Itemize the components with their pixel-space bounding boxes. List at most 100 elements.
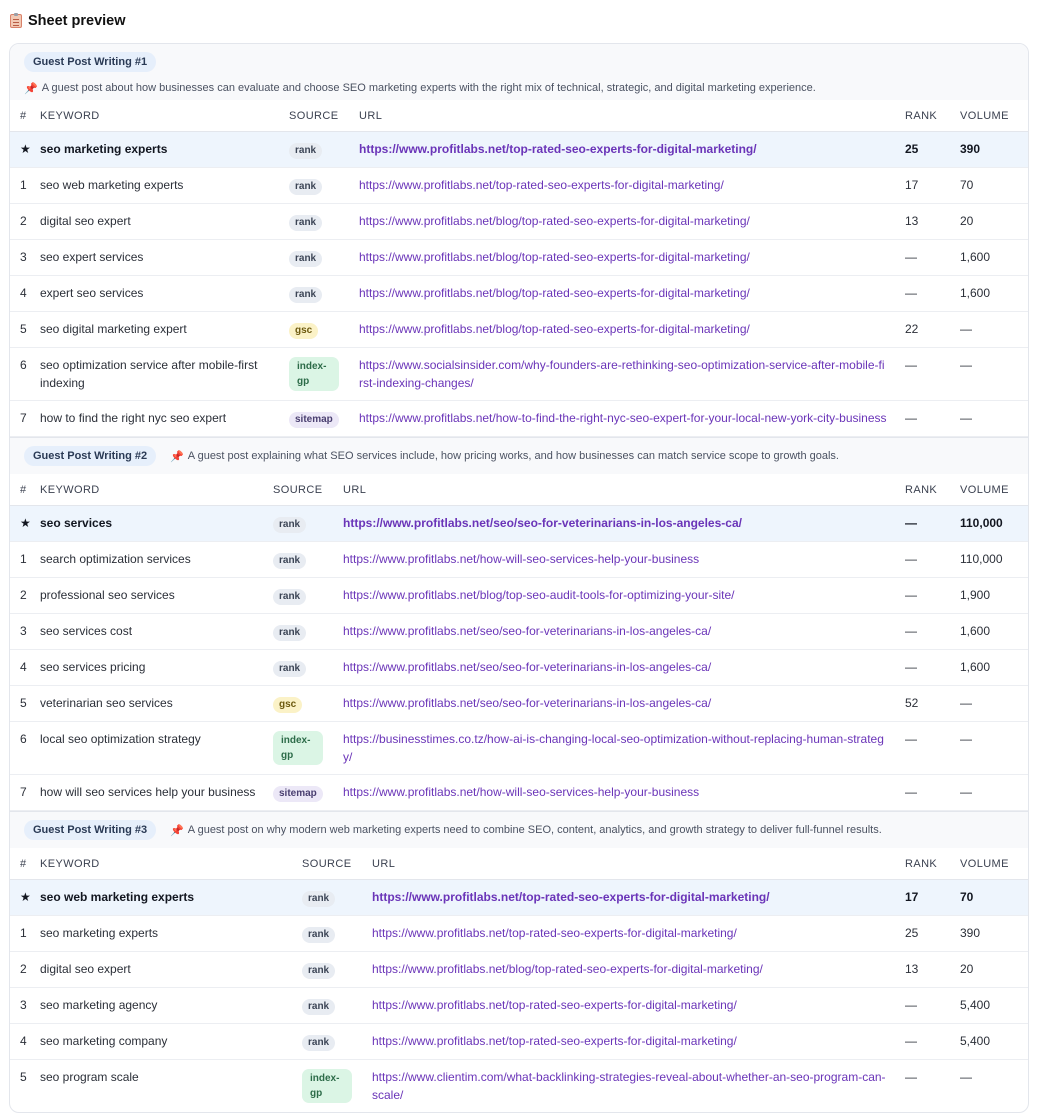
source-badge: rank [302, 963, 335, 979]
url-link[interactable]: https://www.profitlabs.net/top-rated-seo… [372, 998, 737, 1012]
column-header-url[interactable]: URL [372, 848, 905, 880]
row-number: 7 [10, 401, 40, 437]
volume-cell: — [960, 312, 1029, 348]
url-link[interactable]: https://www.profitlabs.net/top-rated-seo… [359, 142, 757, 156]
group-header: Guest Post Writing #2📌A guest post expla… [10, 437, 1028, 474]
group-description-text: A guest post about how businesses can ev… [42, 82, 816, 94]
keyword-cell: how will seo services help your business [40, 775, 273, 811]
row-number: ★ [10, 506, 40, 542]
url-cell: https://www.profitlabs.net/blog/top-rate… [359, 204, 905, 240]
table-row[interactable]: 1seo web marketing expertsrankhttps://ww… [10, 168, 1029, 204]
column-header-source[interactable]: SOURCE [289, 100, 359, 132]
table-row[interactable]: 5seo program scaleindex-gphttps://www.cl… [10, 1060, 1029, 1113]
url-link[interactable]: https://www.profitlabs.net/seo/seo-for-v… [343, 624, 711, 638]
group-description: 📌A guest post on why modern web marketin… [170, 824, 882, 837]
column-header-num[interactable]: # [10, 100, 40, 132]
group-label-chip[interactable]: Guest Post Writing #3 [24, 820, 156, 840]
featured-keyword-row[interactable]: ★seo marketing expertsrankhttps://www.pr… [10, 132, 1029, 168]
keyword-cell: seo expert services [40, 240, 289, 276]
column-header-volume[interactable]: VOLUME [960, 474, 1029, 506]
row-number: 6 [10, 722, 40, 775]
source-cell: index-gp [289, 348, 359, 401]
featured-keyword-row[interactable]: ★seo web marketing expertsrankhttps://ww… [10, 880, 1029, 916]
row-number: 3 [10, 988, 40, 1024]
url-link[interactable]: https://www.profitlabs.net/seo/seo-for-v… [343, 516, 742, 530]
table-row[interactable]: 6seo optimization service after mobile-f… [10, 348, 1029, 401]
url-link[interactable]: https://www.profitlabs.net/blog/top-rate… [359, 250, 750, 264]
column-header-source[interactable]: SOURCE [273, 474, 343, 506]
table-row[interactable]: 4expert seo servicesrankhttps://www.prof… [10, 276, 1029, 312]
column-header-num[interactable]: # [10, 848, 40, 880]
url-link[interactable]: https://www.socialsinsider.com/why-found… [359, 358, 885, 390]
column-header-volume[interactable]: VOLUME [960, 100, 1029, 132]
table-row[interactable]: 3seo expert servicesrankhttps://www.prof… [10, 240, 1029, 276]
url-link[interactable]: https://www.profitlabs.net/top-rated-seo… [359, 178, 724, 192]
featured-keyword-row[interactable]: ★seo servicesrank https://www.profitlabs.… [10, 506, 1029, 542]
table-row[interactable]: 3seo services costrankhttps://www.profit… [10, 614, 1029, 650]
source-badge: rank [273, 589, 306, 605]
table-row[interactable]: 2professional seo servicesrankhttps://ww… [10, 578, 1029, 614]
column-header-url[interactable]: URL [359, 100, 905, 132]
group-label-chip[interactable]: Guest Post Writing #1 [24, 52, 156, 72]
table-row[interactable]: 2digital seo expertrankhttps://www.profi… [10, 952, 1029, 988]
column-header-keyword[interactable]: KEYWORD [40, 474, 273, 506]
column-header-url[interactable]: URL [343, 474, 905, 506]
url-link[interactable]: https://www.profitlabs.net/blog/top-rate… [359, 214, 750, 228]
table-row[interactable]: 7how will seo services help your busines… [10, 775, 1029, 811]
source-cell: rank [273, 578, 343, 614]
table-header-row: #KEYWORDSOURCEURLRANKVOLUME [10, 474, 1029, 506]
volume-cell: 5,400 [960, 1024, 1029, 1060]
source-badge: gsc [289, 323, 318, 339]
url-link[interactable]: https://businesstimes.co.tz/how-ai-is-ch… [343, 732, 884, 764]
column-header-keyword[interactable]: KEYWORD [40, 100, 289, 132]
table-row[interactable]: 5seo digital marketing expertgschttps://… [10, 312, 1029, 348]
keyword-cell: seo services [40, 506, 273, 542]
source-cell: rank [302, 916, 372, 952]
url-link[interactable]: https://www.profitlabs.net/how-will-seo-… [343, 785, 699, 799]
table-row[interactable]: 2digital seo expertrankhttps://www.profi… [10, 204, 1029, 240]
clipboard-icon [10, 14, 22, 28]
group-header: Guest Post Writing #3 📌A guest post on wh… [10, 811, 1028, 848]
url-link[interactable]: https://www.profitlabs.net/seo/seo-for-v… [343, 696, 711, 710]
url-cell: https://www.profitlabs.net/seo/seo-for-v… [343, 614, 905, 650]
column-header-rank[interactable]: RANK [905, 100, 960, 132]
column-header-num[interactable]: # [10, 474, 40, 506]
pushpin-icon: 📌 [170, 824, 184, 837]
rank-cell: — [905, 348, 960, 401]
url-link[interactable]: https://www.profitlabs.net/blog/top-seo-… [343, 588, 735, 602]
rank-cell: — [905, 1060, 960, 1113]
source-badge: rank [273, 517, 306, 533]
url-link[interactable]: https://www.profitlabs.net/blog/top-rate… [359, 286, 750, 300]
group-label-chip[interactable]: Guest Post Writing #2 [24, 446, 156, 466]
url-link[interactable]: https://www.profitlabs.net/how-to-find-t… [359, 411, 887, 425]
url-cell: https://www.profitlabs.net/top-rated-seo… [372, 1024, 905, 1060]
url-link[interactable]: https://www.profitlabs.net/seo/seo-for-v… [343, 660, 711, 674]
table-row[interactable]: 6local seo optimization strategyindex-gp… [10, 722, 1029, 775]
column-header-volume[interactable]: VOLUME [960, 848, 1029, 880]
url-link[interactable]: https://www.profitlabs.net/how-will-seo-… [343, 552, 699, 566]
url-link[interactable]: https://www.clientim.com/what-backlinkin… [372, 1070, 886, 1102]
source-badge: rank [289, 143, 322, 159]
table-row[interactable]: 5veterinarian seo servicesgschttps://www… [10, 686, 1029, 722]
column-header-keyword[interactable]: KEYWORD [40, 848, 302, 880]
column-header-rank[interactable]: RANK [905, 474, 960, 506]
url-link[interactable]: https://www.profitlabs.net/top-rated-seo… [372, 890, 770, 904]
keyword-cell: search optimization services [40, 542, 273, 578]
table-row[interactable]: 7how to find the right nyc seo expertsit… [10, 401, 1029, 437]
url-link[interactable]: https://www.profitlabs.net/blog/top-rate… [359, 322, 750, 336]
source-cell: rank [273, 506, 343, 542]
url-link[interactable]: https://www.profitlabs.net/blog/top-rate… [372, 962, 763, 976]
column-header-rank[interactable]: RANK [905, 848, 960, 880]
table-row[interactable]: 1seo marketing expertsrankhttps://www.pr… [10, 916, 1029, 952]
table-row[interactable]: 4seo services pricingrankhttps://www.pro… [10, 650, 1029, 686]
url-link[interactable]: https://www.profitlabs.net/top-rated-seo… [372, 1034, 737, 1048]
source-badge: index-gp [289, 357, 339, 391]
table-row[interactable]: 1search optimization servicesrankhttps:/… [10, 542, 1029, 578]
table-row[interactable]: 4seo marketing companyrankhttps://www.pr… [10, 1024, 1029, 1060]
table-row[interactable]: 3seo marketing agencyrankhttps://www.pro… [10, 988, 1029, 1024]
source-cell: rank [273, 542, 343, 578]
url-cell: https://www.profitlabs.net/seo/seo-for-v… [343, 686, 905, 722]
column-header-source[interactable]: SOURCE [302, 848, 372, 880]
row-number: 7 [10, 775, 40, 811]
url-link[interactable]: https://www.profitlabs.net/top-rated-seo… [372, 926, 737, 940]
